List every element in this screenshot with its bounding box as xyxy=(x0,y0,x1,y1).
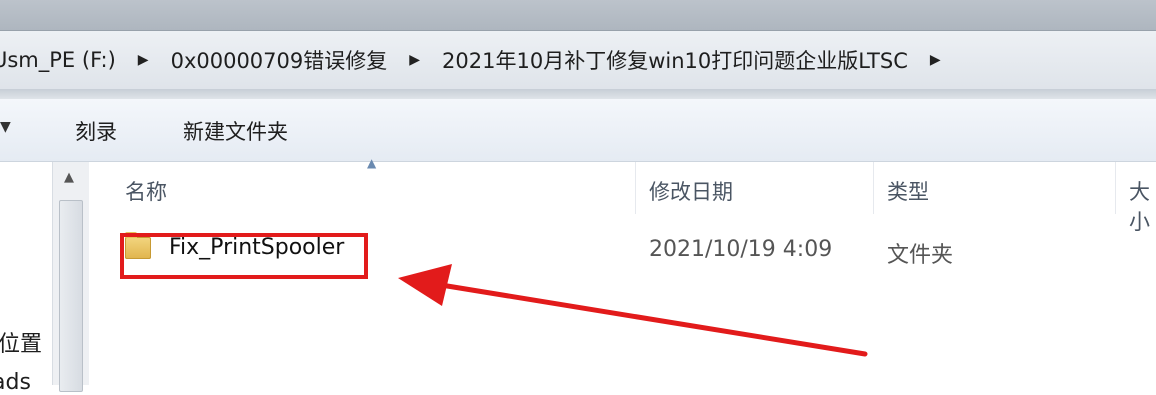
breadcrumb-chevron-icon[interactable]: ▶ xyxy=(918,52,963,68)
navigation-pane: 位置 ads xyxy=(0,162,53,395)
column-date-modified[interactable]: 修改日期 xyxy=(649,176,733,206)
nav-item-partial[interactable]: ads xyxy=(0,370,31,395)
burn-button[interactable]: 刻录 xyxy=(75,116,117,146)
scroll-up-arrow-icon[interactable]: ▲ xyxy=(64,170,74,185)
column-name[interactable]: 名称 xyxy=(125,176,167,206)
file-name[interactable]: Fix_PrintSpooler xyxy=(169,235,344,260)
breadcrumb-current-folder[interactable]: 2021年10月补丁修复win10打印问题企业版LTSC xyxy=(442,45,918,75)
breadcrumb-drive[interactable]: Usm_PE (F:) xyxy=(0,48,126,72)
breadcrumb-chevron-icon[interactable]: ▶ xyxy=(397,52,442,68)
new-folder-button[interactable]: 新建文件夹 xyxy=(183,116,288,146)
column-divider[interactable] xyxy=(873,162,874,214)
sort-ascending-icon: ▲ xyxy=(367,156,377,170)
column-type[interactable]: 类型 xyxy=(887,176,929,206)
toolbar-divider xyxy=(0,89,1156,99)
folder-icon xyxy=(125,232,151,259)
window-title-bar xyxy=(0,0,1156,30)
address-bar[interactable]: Usm_PE (F:) ▶ 0x00000709错误修复 ▶ 2021年10月补… xyxy=(0,30,1156,90)
file-type: 文件夹 xyxy=(887,243,954,268)
column-divider[interactable] xyxy=(1115,162,1116,214)
command-toolbar: ▼ 刻录 新建文件夹 xyxy=(0,99,1156,162)
scrollbar-thumb[interactable] xyxy=(59,200,83,392)
dropdown-arrow-icon[interactable]: ▼ xyxy=(0,119,11,135)
column-divider[interactable] xyxy=(635,162,636,214)
column-header: ▲ 名称 修改日期 类型 大小 xyxy=(89,156,1156,234)
breadcrumb-chevron-icon[interactable]: ▶ xyxy=(126,52,171,68)
breadcrumb-folder[interactable]: 0x00000709错误修复 xyxy=(171,45,398,75)
file-date-modified: 2021/10/19 4:09 xyxy=(649,237,833,262)
nav-item-locations[interactable]: 位置 xyxy=(0,326,42,358)
nav-scrollbar[interactable]: ▲ xyxy=(52,162,89,392)
file-row[interactable]: Fix_PrintSpooler 2021/10/19 4:09 文件夹 xyxy=(89,225,1156,271)
